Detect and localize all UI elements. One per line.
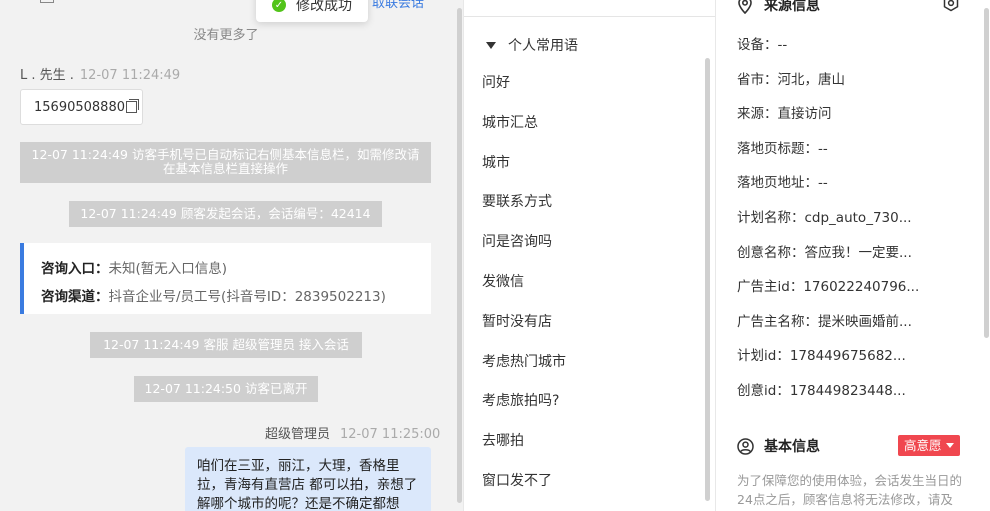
edit-notice: 为了保障您的使用体验，会话发生当日的24点之后，顾客信息将无法修改，请及时修改 [737,473,963,507]
info-scrollbar[interactable] [984,8,989,338]
app-root: 取联会话 ✓ 修改成功 没有更多了 L . 先生 . 12-07 11:24:49… [0,0,990,511]
agent-name: 超级管理员 [265,427,331,442]
common-phrases-panel: 个人常用语 问好 城市汇总 城市 要联系方式 问是咨询吗 发微信 暂时没有店 考… [463,0,717,511]
system-message: 12-07 11:24:49 顾客发起会话，会话编号：42414 [69,201,382,227]
consult-channel-label: 咨询渠道： [41,289,109,305]
source-info-row: 计划id：178449675682... [737,348,906,365]
top-clipped-row [40,0,144,6]
phrase-group-header[interactable]: 个人常用语 [486,35,578,55]
check-circle-icon: ✓ [272,0,286,12]
chat-scrollbar[interactable] [457,8,462,503]
divider [464,16,717,17]
basic-info-header: 基本信息 [737,436,820,456]
top-link[interactable]: 取联会话 [372,0,424,11]
source-info-row: 落地页地址：-- [737,175,828,192]
visitor-time: 12-07 11:24:49 [79,68,181,83]
no-more-text: 没有更多了 [193,28,259,43]
phrase-item[interactable]: 问是咨询吗 [482,223,566,263]
visitor-phone-message: 15690508880 [20,89,143,125]
system-message: 12-07 11:24:49 客服 超级管理员 接入会话 [90,332,362,358]
intent-level-label: 高意愿 [904,438,942,453]
agent-time: 12-07 11:25:00 [340,427,441,442]
phrase-item[interactable]: 去哪拍 [482,422,566,462]
caret-down-icon [486,41,496,49]
source-info-row: 广告主id：176022240796... [737,279,920,296]
source-info-row: 计划名称：cdp_auto_730... [737,209,912,226]
location-icon [738,0,752,14]
source-info-row: 创意名称：答应我！一定要... [737,244,912,261]
source-info-row: 来源：直接访问 [737,106,832,123]
user-icon [737,437,754,455]
system-message: 12-07 11:24:49 访客手机号已自动标记右侧基本信息栏，如需修改请在基… [20,142,431,183]
phrase-item[interactable]: 发微信 [482,263,566,303]
source-info-row: 创意id：178449823448... [737,382,906,399]
phrase-item[interactable]: 考虑热门城市 [482,343,566,383]
agent-header: 超级管理员 12-07 11:25:00 [265,423,440,442]
consult-channel-value: 抖音企业号/员工号(抖音号ID：2839502213) [108,289,386,305]
phrase-item[interactable]: 城市 [482,144,566,184]
phrase-item[interactable]: 暂时没有店 [482,303,566,343]
customer-info-panel: 来源信息 设备：-- 省市：河北，唐山 来源：直接访问 落地页标题：-- 落地页… [716,0,990,511]
intent-level-dropdown[interactable]: 高意愿 [898,435,960,456]
phrases-scrollbar[interactable] [705,58,710,501]
phrase-list: 问好 城市汇总 城市 要联系方式 问是咨询吗 发微信 暂时没有店 考虑热门城市 … [482,64,566,502]
consult-info-card: 咨询入口：未知(暂无入口信息) 咨询渠道：抖音企业号/员工号(抖音号ID：283… [20,243,431,314]
consult-entry-row: 咨询入口：未知(暂无入口信息) [41,255,431,283]
visitor-name: L . 先生 . [20,68,74,83]
source-info-row: 广告主名称：提米映画婚前... [737,313,912,330]
source-info-title: 来源信息 [764,0,820,14]
phrase-item[interactable]: 问好 [482,64,566,104]
system-message: 12-07 11:24:50 访客已离开 [134,376,318,402]
consult-entry-value: 未知(暂无入口信息) [108,261,228,277]
caret-down-icon [945,443,954,448]
agent-message: 咱们在三亚，丽江，大理，香格里拉，青海有直营店 都可以拍，亲想了解哪个城市的呢？… [185,447,431,511]
visitor-header: L . 先生 . 12-07 11:24:49 [20,64,180,83]
source-info-row: 省市：河北，唐山 [737,71,845,88]
basic-info-title: 基本信息 [764,439,820,455]
phrase-item[interactable]: 考虑旅拍吗? [482,382,566,422]
phrase-item[interactable]: 要联系方式 [482,183,566,223]
source-info-list: 设备：-- 省市：河北，唐山 来源：直接访问 落地页标题：-- 落地页地址：--… [737,28,919,409]
source-info-row: 落地页标题：-- [737,140,828,157]
visitor-phone: 15690508880 [34,99,125,115]
phrase-item[interactable]: 城市汇总 [482,104,566,144]
consult-channel-row: 咨询渠道：抖音企业号/员工号(抖音号ID：2839502213) [41,283,431,311]
chat-panel: 取联会话 ✓ 修改成功 没有更多了 L . 先生 . 12-07 11:24:49… [0,0,463,511]
success-toast: ✓ 修改成功 [256,0,368,22]
phrase-group-title: 个人常用语 [508,38,578,54]
settings-icon[interactable] [942,0,960,12]
phrase-item[interactable]: 窗口发不了 [482,462,566,502]
source-info-header: 来源信息 [737,0,820,15]
consult-entry-label: 咨询入口： [41,261,109,277]
toast-text: 修改成功 [296,0,352,14]
copy-icon[interactable] [125,99,139,113]
source-info-row: 设备：-- [737,37,788,53]
